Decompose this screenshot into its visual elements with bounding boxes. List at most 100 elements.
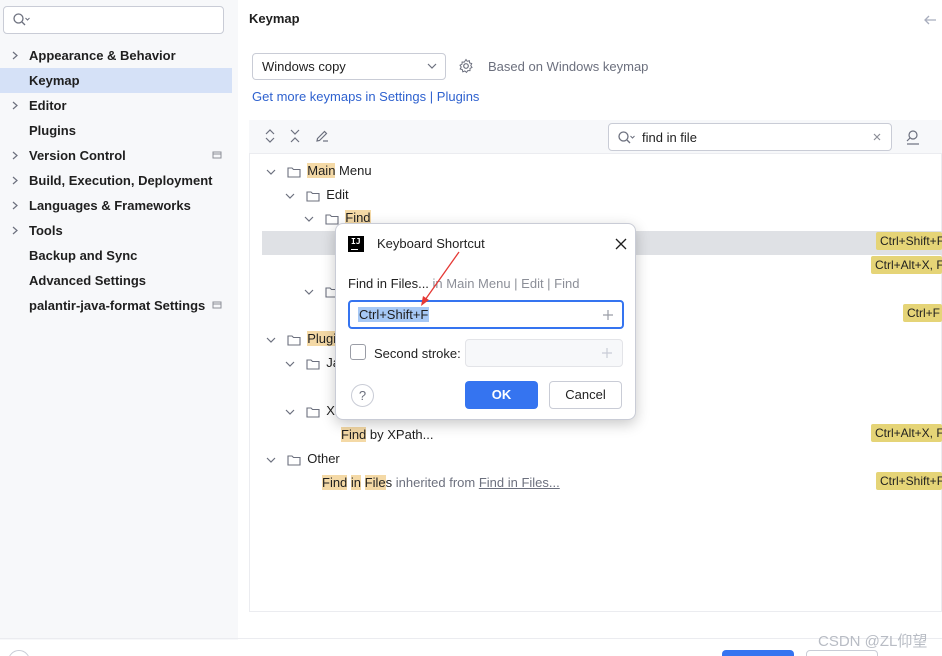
close-icon[interactable] — [614, 237, 628, 251]
sidebar-item-label: Languages & Frameworks — [29, 198, 191, 213]
settings-sidebar: Appearance & Behavior Keymap Editor Plug… — [0, 0, 238, 640]
folder-icon — [287, 167, 301, 178]
find-by-shortcut-icon[interactable] — [905, 129, 921, 145]
sidebar-search-input[interactable] — [3, 6, 224, 34]
cancel-button[interactable]: Cancel — [549, 381, 622, 409]
sidebar-item-version-control[interactable]: Version Control — [0, 143, 232, 168]
action-location: in Main Menu | Edit | Find — [428, 276, 580, 291]
folder-icon — [306, 359, 320, 370]
chevron-down-icon — [285, 193, 295, 199]
footer-divider — [0, 638, 942, 639]
chevron-right-icon — [12, 101, 18, 110]
sidebar-item-keymap[interactable]: Keymap — [0, 68, 232, 93]
chevron-down-icon — [266, 337, 276, 343]
expand-all-icon[interactable] — [262, 128, 278, 144]
ok-button[interactable]: OK — [465, 381, 538, 409]
shortcut-chip: Ctrl+Shift+F — [876, 232, 942, 250]
tree-row-java[interactable]: Ja — [284, 352, 340, 374]
match-highlight: Find — [322, 475, 348, 490]
shortcut-chip: Ctrl+F — [903, 304, 942, 322]
sidebar-item-languages-frameworks[interactable]: Languages & Frameworks — [0, 193, 232, 218]
action-path: Find in Files... in Main Menu | Edit | F… — [348, 276, 579, 291]
tree-row-find-in-files-inherited[interactable]: Find in Files inherited from Find in Fil… — [322, 472, 560, 494]
search-icon — [13, 13, 30, 26]
sidebar-item-tools[interactable]: Tools — [0, 218, 232, 243]
link-separator: | — [429, 89, 434, 104]
tree-row-edit[interactable]: Edit — [284, 184, 349, 206]
sidebar-item-plugins[interactable]: Plugins — [0, 118, 232, 143]
sidebar-item-label: Build, Execution, Deployment — [29, 173, 213, 188]
keymap-search-input[interactable]: find in file — [608, 123, 892, 151]
folder-icon — [306, 407, 320, 418]
sidebar-item-label: Plugins — [29, 123, 76, 138]
help-button[interactable] — [8, 650, 30, 656]
sidebar-item-label: Keymap — [29, 73, 80, 88]
tree-label: Edit — [326, 187, 349, 202]
project-scope-icon — [212, 151, 222, 159]
chevron-right-icon — [12, 176, 18, 185]
folder-icon — [306, 191, 320, 202]
sidebar-item-advanced-settings[interactable]: Advanced Settings — [0, 268, 232, 293]
keyboard-shortcut-dialog: IJ Keyboard Shortcut Find in Files... in… — [335, 223, 636, 420]
tree-row-folder[interactable] — [303, 280, 339, 302]
collapse-all-icon[interactable] — [287, 128, 303, 144]
tree-label: Menu — [335, 163, 372, 178]
chevron-right-icon — [12, 51, 18, 60]
tree-row-plugins[interactable]: Plugi — [265, 328, 337, 350]
gear-icon[interactable] — [458, 58, 474, 74]
tree-row-find-by-xpath[interactable]: Find by XPath... — [341, 424, 434, 446]
match-highlight: Find — [341, 427, 367, 442]
sidebar-item-build-execution-deployment[interactable]: Build, Execution, Deployment — [0, 168, 232, 193]
page-title: Keymap — [249, 11, 300, 26]
keymap-links: Get more keymaps in Settings | Plugins — [252, 89, 479, 104]
help-icon[interactable]: ? — [351, 384, 374, 407]
chevron-right-icon — [12, 151, 18, 160]
sidebar-item-label: palantir-java-format Settings — [29, 298, 206, 313]
folder-icon — [287, 335, 301, 346]
chevron-down-icon — [266, 169, 276, 175]
shortcut-value: Ctrl+Shift+F — [358, 307, 430, 322]
get-more-keymaps-link[interactable]: Get more keymaps in Settings — [252, 89, 426, 104]
inherited-link[interactable]: Find in Files... — [479, 475, 560, 490]
chevron-down-icon — [304, 289, 314, 295]
sidebar-item-label: Tools — [29, 223, 63, 238]
tree-label: Other — [307, 451, 340, 466]
chevron-down-icon — [285, 409, 295, 415]
shortcut-chip: Ctrl+Alt+X, F — [871, 424, 942, 442]
shortcut-input[interactable]: Ctrl+Shift+F — [348, 300, 624, 329]
add-icon[interactable] — [602, 309, 614, 321]
sidebar-item-appearance-behavior[interactable]: Appearance & Behavior — [0, 43, 232, 68]
sidebar-item-backup-sync[interactable]: Backup and Sync — [0, 243, 232, 268]
tree-row-main-menu[interactable]: Main Menu — [265, 160, 372, 182]
based-on-label: Based on Windows keymap — [488, 59, 649, 74]
chevron-right-icon — [12, 201, 18, 210]
plugins-link[interactable]: Plugins — [437, 89, 480, 104]
chevron-down-icon — [266, 457, 276, 463]
second-stroke-checkbox[interactable] — [350, 344, 366, 360]
keymap-search-value: find in file — [642, 130, 697, 145]
second-stroke-input[interactable] — [465, 339, 623, 367]
keymap-select[interactable]: Windows copy — [252, 53, 446, 80]
tree-row-other[interactable]: Other — [265, 448, 340, 470]
watermark: CSDN @ZL仰望 — [818, 633, 928, 650]
edit-pencil-icon[interactable] — [314, 128, 330, 144]
ok-footer-button[interactable] — [722, 650, 794, 656]
sidebar-item-label: Backup and Sync — [29, 248, 138, 263]
second-stroke-label: Second stroke: — [374, 346, 461, 361]
search-icon — [618, 131, 635, 144]
shortcut-chip: Ctrl+Shift+F — [876, 472, 942, 490]
project-scope-icon — [212, 301, 222, 309]
sidebar-item-editor[interactable]: Editor — [0, 93, 232, 118]
keymap-select-value: Windows copy — [262, 59, 346, 74]
back-arrow-icon[interactable] — [922, 12, 938, 28]
dialog-title: Keyboard Shortcut — [377, 236, 485, 251]
sidebar-item-label: Editor — [29, 98, 67, 113]
sidebar-item-palantir-java-format[interactable]: palantir-java-format Settings — [0, 293, 232, 318]
match-highlight: File — [364, 475, 386, 490]
match-highlight: in — [350, 475, 362, 490]
add-icon[interactable] — [601, 347, 613, 359]
sidebar-item-label: Version Control — [29, 148, 126, 163]
chevron-right-icon — [12, 226, 18, 235]
shortcut-chip: Ctrl+Alt+X, F — [871, 256, 942, 274]
clear-icon[interactable] — [871, 131, 883, 143]
